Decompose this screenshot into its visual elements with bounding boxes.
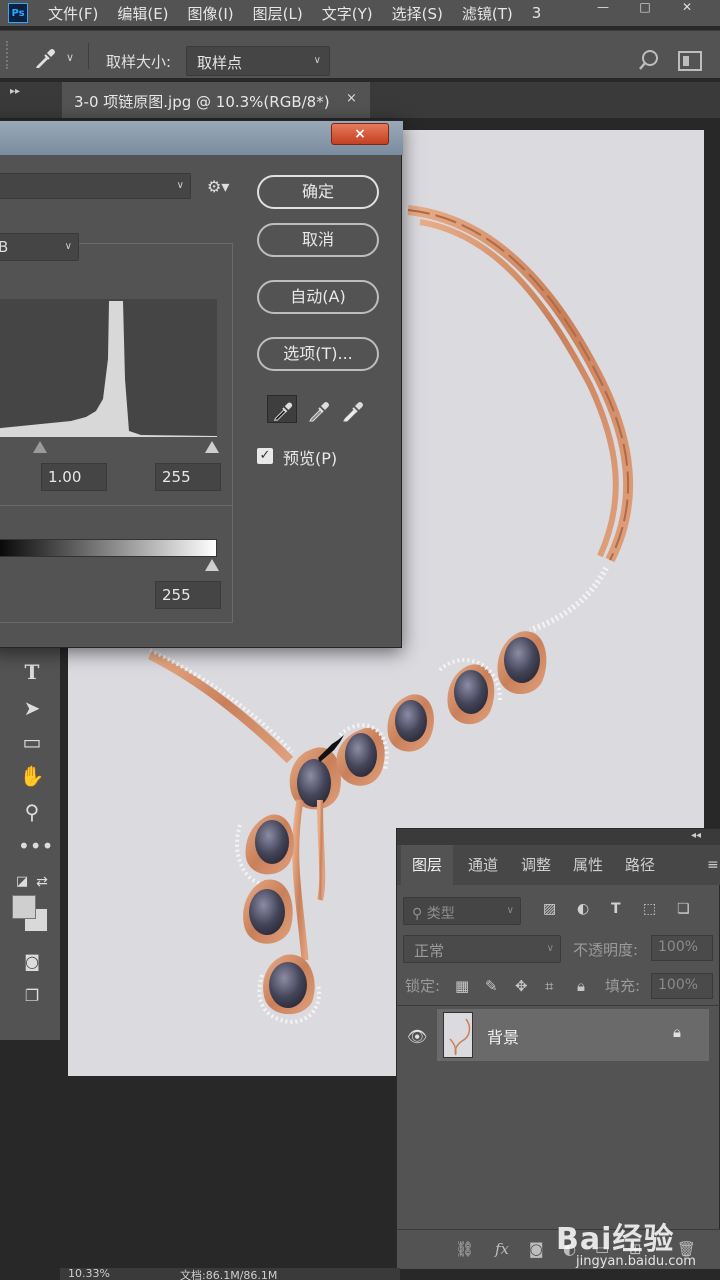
hand-tool-icon[interactable]: ✋ bbox=[18, 762, 46, 790]
lock-artboard-icon[interactable]: ⌗ bbox=[545, 977, 553, 995]
chevron-down-icon: ∨ bbox=[64, 241, 72, 252]
chevron-down-icon: ∨ bbox=[176, 180, 184, 191]
search-icon: ⚲ bbox=[412, 906, 427, 922]
filter-type-label: 类型 bbox=[426, 906, 455, 922]
preset-select[interactable]: ∨ bbox=[0, 173, 191, 199]
panel-header: ◂◂ bbox=[397, 829, 720, 845]
output-gradient bbox=[0, 539, 217, 557]
tab-properties[interactable]: 属性 bbox=[563, 845, 613, 885]
chevron-down-icon: ∨ bbox=[506, 905, 514, 916]
preview-checkbox[interactable]: ✓ bbox=[257, 448, 273, 464]
white-point-eyedropper-icon[interactable] bbox=[337, 395, 367, 423]
fill-label: 填充: bbox=[605, 977, 641, 995]
dialog-close-button[interactable]: × bbox=[331, 123, 389, 145]
fill-field[interactable]: 100% bbox=[651, 973, 713, 999]
histogram-graph bbox=[0, 301, 217, 437]
output-white-slider-handle[interactable] bbox=[205, 559, 219, 571]
foreground-color-swatch[interactable] bbox=[12, 895, 36, 919]
baidu-watermark-url: jingyan.baidu.com bbox=[576, 1254, 696, 1269]
input-white-field[interactable]: 255 bbox=[155, 463, 221, 491]
zoom-tool-icon[interactable]: ⚲ bbox=[18, 798, 46, 826]
input-gamma-field[interactable]: 1.00 bbox=[41, 463, 107, 491]
necklace-thumbnail-icon bbox=[449, 1018, 471, 1056]
tab-channels[interactable]: 通道 bbox=[457, 845, 509, 885]
swap-colors-icon[interactable]: ⇄ bbox=[28, 868, 56, 896]
layers-panel: ◂◂ 图层 通道 调整 属性 路径 ≡ ⚲ 类型 ∨ ▨ ◐ T ⬚ ❏ 正常 … bbox=[396, 828, 720, 1269]
tools-panel: T ➤ ▭ ✋ ⚲ ••• ◪ ⇄ ◙ ❐ bbox=[0, 640, 60, 1040]
add-mask-icon[interactable]: ◙ bbox=[529, 1240, 544, 1258]
lock-transparent-icon[interactable]: ▦ bbox=[455, 977, 469, 995]
rectangle-tool-icon[interactable]: ▭ bbox=[18, 728, 46, 756]
input-slider[interactable] bbox=[0, 439, 219, 455]
path-selection-icon[interactable]: ➤ bbox=[18, 694, 46, 722]
tab-layers[interactable]: 图层 bbox=[401, 845, 453, 885]
chevron-down-icon: ∨ bbox=[546, 943, 554, 954]
histogram bbox=[0, 299, 217, 437]
smart-object-filter-icon[interactable]: ❏ bbox=[677, 901, 690, 917]
ok-button[interactable]: 确定 bbox=[257, 175, 379, 209]
white-point-slider-handle[interactable] bbox=[205, 441, 219, 453]
lock-all-icon[interactable]: 🔒︎ bbox=[577, 977, 585, 995]
document-info: 文档:86.1M/86.1M bbox=[180, 1269, 278, 1280]
zoom-level[interactable]: 10.33% bbox=[68, 1267, 110, 1280]
gamma-slider-handle[interactable] bbox=[33, 441, 47, 453]
lock-label: 锁定: bbox=[405, 977, 441, 995]
link-layers-icon[interactable]: ⛓ bbox=[455, 1240, 474, 1258]
type-filter-icon[interactable]: T bbox=[611, 901, 621, 917]
lock-image-icon[interactable]: ✎ bbox=[485, 977, 498, 995]
levels-dialog: × ∨ ⚙▾ B ∨ 1.00 255 255 确定 取消 自动(A) 选项(T… bbox=[0, 120, 403, 648]
adjustment-filter-icon[interactable]: ◐ bbox=[577, 901, 589, 917]
blend-mode-value: 正常 bbox=[414, 942, 445, 960]
layer-name: 背景 bbox=[487, 1028, 520, 1047]
baidu-watermark: Bai经验 bbox=[556, 1222, 675, 1257]
more-tools-icon[interactable]: ••• bbox=[18, 832, 53, 860]
status-bar: 10.33% 文档:86.1M/86.1M bbox=[60, 1267, 400, 1280]
tab-paths[interactable]: 路径 bbox=[615, 845, 665, 885]
divider bbox=[0, 505, 233, 506]
screen-mode-icon[interactable]: ❐ bbox=[18, 982, 46, 1010]
opacity-label: 不透明度: bbox=[573, 941, 639, 959]
collapse-panel-icon[interactable]: ◂◂ bbox=[691, 830, 701, 841]
tab-adjustments[interactable]: 调整 bbox=[511, 845, 561, 885]
panel-menu-icon[interactable]: ≡ bbox=[707, 857, 719, 873]
eye-icon[interactable]: 👁︎ bbox=[407, 1027, 427, 1046]
lock-icon: 🔒︎ bbox=[673, 1023, 681, 1041]
pixel-filter-icon[interactable]: ▨ bbox=[543, 901, 556, 917]
black-point-eyedropper-icon[interactable] bbox=[267, 395, 297, 423]
channel-value: B bbox=[0, 238, 9, 256]
layer-thumbnail bbox=[443, 1012, 473, 1058]
photoshop-window: Ps 文件(F) 编辑(E) 图像(I) 图层(L) 文字(Y) 选择(S) 滤… bbox=[0, 0, 720, 1280]
divider bbox=[397, 1005, 720, 1006]
preview-label: 预览(P) bbox=[283, 449, 338, 468]
channel-select[interactable]: B ∨ bbox=[0, 233, 79, 261]
quick-mask-icon[interactable]: ◙ bbox=[18, 948, 46, 976]
output-white-field[interactable]: 255 bbox=[155, 581, 221, 609]
panel-tabs: 图层 通道 调整 属性 路径 ≡ bbox=[397, 845, 720, 885]
fx-icon[interactable]: fx bbox=[495, 1240, 509, 1258]
gray-point-eyedropper-icon[interactable] bbox=[303, 395, 333, 423]
auto-button[interactable]: 自动(A) bbox=[257, 280, 379, 314]
lock-position-icon[interactable]: ✥ bbox=[515, 977, 528, 995]
layer-row[interactable]: 背景 🔒︎ bbox=[437, 1009, 709, 1061]
blend-mode-select[interactable]: 正常 ∨ bbox=[403, 935, 561, 963]
shape-filter-icon[interactable]: ⬚ bbox=[643, 901, 656, 917]
opacity-field[interactable]: 100% bbox=[651, 935, 713, 961]
gear-icon[interactable]: ⚙▾ bbox=[207, 177, 229, 196]
layer-filter-select[interactable]: ⚲ 类型 ∨ bbox=[403, 897, 521, 925]
options-button[interactable]: 选项(T)... bbox=[257, 337, 379, 371]
type-tool-icon[interactable]: T bbox=[18, 658, 46, 686]
cancel-button[interactable]: 取消 bbox=[257, 223, 379, 257]
